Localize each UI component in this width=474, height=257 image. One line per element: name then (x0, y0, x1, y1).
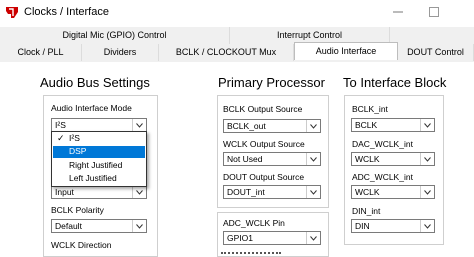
chevron-down-icon (132, 220, 146, 232)
chevron-down-icon (306, 153, 320, 165)
dout-output-source-label: DOUT Output Source (223, 172, 305, 182)
audio-interface-mode-select[interactable]: I²S (51, 118, 147, 132)
bclk-polarity-label: BCLK Polarity (51, 205, 104, 215)
window-title: Clocks / Interface (24, 6, 109, 18)
tab-row-1: Digital Mic (GPIO) Control Interrupt Con… (0, 27, 474, 45)
dout-output-source-select[interactable]: DOUT_int (223, 185, 321, 199)
chevron-down-icon (420, 220, 434, 232)
wclk-output-source-label: WCLK Output Source (223, 139, 305, 149)
tab-audio-interface[interactable]: Audio Interface (294, 42, 398, 60)
chevron-down-icon (420, 186, 434, 198)
truncated-label (221, 252, 281, 257)
dropdown-option-left-justified[interactable]: Left Justified (53, 173, 145, 185)
tab-digital-mic[interactable]: Digital Mic (GPIO) Control (0, 27, 230, 44)
adc-wclk-int-label: ADC_WCLK_int (352, 172, 413, 182)
bclk-output-source-select[interactable]: BCLK_out (223, 119, 321, 133)
audio-interface-mode-label: Audio Interface Mode (51, 103, 132, 113)
maximize-button[interactable] (420, 3, 448, 21)
chevron-down-icon (132, 119, 146, 131)
checkmark-icon: ✓ (57, 133, 65, 143)
wclk-direction-label: WCLK Direction (51, 240, 112, 250)
title-bar: Clocks / Interface (0, 0, 474, 26)
ti-logo-icon (6, 7, 18, 18)
minimize-icon (393, 11, 403, 13)
dac-wclk-int-label: DAC_WCLK_int (352, 139, 413, 149)
dout-output-source-value: DOUT_int (227, 187, 265, 197)
tab-row-2: Clock / PLL Dividers BCLK / CLOCKOUT Mux… (0, 42, 474, 63)
bclk-int-label: BCLK_int (352, 104, 388, 114)
audio-interface-mode-value: I²S (55, 120, 66, 130)
tab-row-1-filler (390, 27, 474, 44)
chevron-down-icon (420, 153, 434, 165)
bclk-output-source-value: BCLK_out (227, 121, 266, 131)
tab-dout-control[interactable]: DOUT Control (398, 44, 474, 61)
dropdown-option-right-justified[interactable]: Right Justified (53, 160, 145, 172)
bclk-polarity-value: Default (55, 221, 82, 231)
din-int-label: DIN_int (352, 206, 381, 216)
audio-bus-heading: Audio Bus Settings (40, 75, 150, 90)
adc-wclk-int-value: WCLK (355, 187, 380, 197)
partially-hidden-select[interactable]: Input (51, 185, 147, 199)
adc-wclk-pin-select[interactable]: GPIO1 (223, 231, 321, 245)
tab-clock-pll[interactable]: Clock / PLL (0, 44, 82, 61)
dropdown-option-i2s[interactable]: ✓ I²S (53, 133, 145, 145)
tab-dividers[interactable]: Dividers (82, 44, 159, 61)
chevron-down-icon (306, 232, 320, 244)
dac-wclk-int-select[interactable]: WCLK (351, 152, 435, 166)
primary-processor-heading: Primary Processor (218, 75, 325, 90)
adc-wclk-pin-value: GPIO1 (227, 233, 253, 243)
wclk-output-source-select[interactable]: Not Used (223, 152, 321, 166)
din-int-select[interactable]: DIN (351, 219, 435, 233)
audio-mode-dropdown-list: ✓ I²S DSP Right Justified Left Justified (51, 131, 147, 187)
adc-wclk-int-select[interactable]: WCLK (351, 185, 435, 199)
chevron-down-icon (132, 186, 146, 198)
wclk-output-source-value: Not Used (227, 154, 263, 164)
interface-block-heading: To Interface Block (343, 75, 447, 90)
bclk-int-value: BCLK (355, 120, 378, 130)
din-int-value: DIN (355, 221, 370, 231)
partially-hidden-value: Input (55, 187, 74, 197)
bclk-int-select[interactable]: BCLK (351, 118, 435, 132)
minimize-button[interactable] (384, 3, 412, 21)
dac-wclk-int-value: WCLK (355, 154, 380, 164)
bclk-polarity-select[interactable]: Default (51, 219, 147, 233)
chevron-down-icon (306, 186, 320, 198)
adc-wclk-pin-label: ADC_WCLK Pin (223, 218, 285, 228)
chevron-down-icon (306, 120, 320, 132)
chevron-down-icon (420, 119, 434, 131)
bclk-output-source-label: BCLK Output Source (223, 104, 303, 114)
dropdown-option-dsp[interactable]: DSP (53, 146, 145, 158)
tab-bclk-clockout-mux[interactable]: BCLK / CLOCKOUT Mux (159, 44, 294, 61)
maximize-icon (429, 7, 439, 17)
